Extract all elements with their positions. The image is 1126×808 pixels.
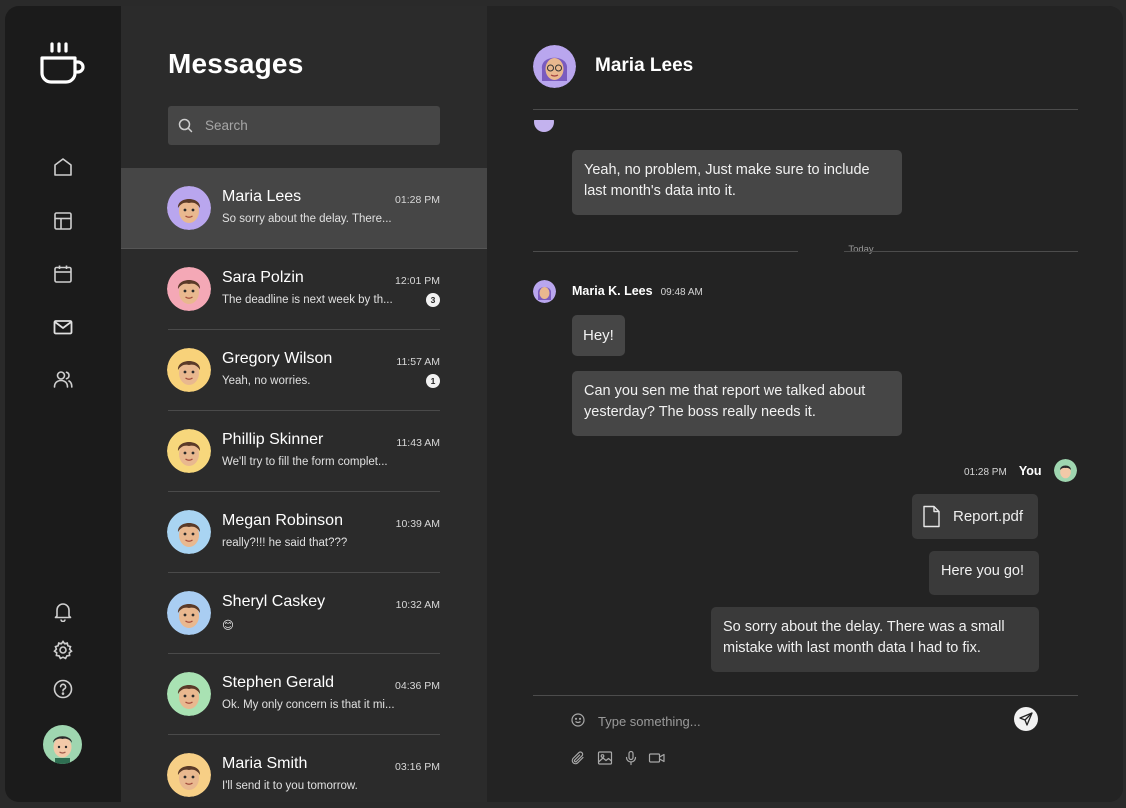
help-icon[interactable] <box>52 678 74 700</box>
message-bubble-incoming: Hey! <box>572 315 625 356</box>
contact-name: Stephen Gerald <box>222 674 335 691</box>
file-name: Report.pdf <box>953 508 1024 525</box>
conversation-item[interactable]: Stephen Gerald 04:36 PM Ok. My only concer… <box>121 654 487 735</box>
conversation-item[interactable]: Maria Lees 01:28 PM So sorry about the del… <box>121 168 487 249</box>
avatar <box>167 267 211 311</box>
app-window: Messages Maria Lees01:28 PMSo sorry abou… <box>5 6 1123 802</box>
sender-avatar <box>533 280 556 303</box>
contact-name: Phillip Skinner <box>222 431 324 448</box>
bell-icon[interactable] <box>52 600 74 622</box>
avatar <box>167 510 211 554</box>
unread-badge: 3 <box>426 293 440 307</box>
message-preview: I'll send it to you tomorrow. <box>222 780 358 792</box>
message-bubble-incoming: Yeah, no problem, Just make sure to incl… <box>572 150 902 215</box>
file-icon <box>923 505 940 528</box>
sender-name: Maria K. Lees <box>572 284 653 298</box>
message-preview: Ok. My only concern is that it mi... <box>222 699 395 711</box>
contact-name: Maria Lees <box>222 188 302 205</box>
message-bubble-outgoing: So sorry about the delay. There was a sm… <box>711 607 1039 672</box>
avatar[interactable] <box>43 725 82 764</box>
emoji-icon[interactable] <box>571 713 585 727</box>
avatar <box>167 429 211 473</box>
composer-divider <box>533 695 1078 696</box>
message-bubble-outgoing: Here you go! <box>929 551 1039 595</box>
conversation-item[interactable]: Maria Smith 03:16 PM I'll send it to you t… <box>121 735 487 802</box>
conversation-item[interactable]: Megan Robinson 10:39 AM really?!!! he said… <box>121 492 487 573</box>
message-time: 11:57 AM <box>396 356 440 368</box>
date-divider: Today <box>533 244 1078 258</box>
image-icon[interactable] <box>597 750 613 766</box>
date-label: Today <box>848 244 874 255</box>
message-preview: The deadline is next week by th... <box>222 294 393 306</box>
paperclip-icon[interactable] <box>570 750 586 766</box>
message-preview: So sorry about the delay. There... <box>222 213 392 225</box>
message-time: 01:28 PM <box>395 194 440 206</box>
contact-avatar-small <box>534 120 554 132</box>
avatar <box>167 672 211 716</box>
message-time: 10:39 AM <box>395 518 440 530</box>
search-input[interactable] <box>205 118 440 133</box>
message-meta-incoming: Maria K. Lees 09:48 AM <box>572 284 703 298</box>
message-time: 10:32 AM <box>395 599 440 611</box>
conversation-item[interactable]: Sheryl Caskey 10:32 AM 😊 <box>121 573 487 654</box>
my-avatar <box>1054 459 1077 482</box>
layout-icon[interactable] <box>52 210 74 232</box>
message-time: 03:16 PM <box>395 761 440 773</box>
conversation-item[interactable]: Phillip Skinner 11:43 AM We'll try to fill… <box>121 411 487 492</box>
conversation-list: Maria Lees 01:28 PM So sorry about the del… <box>121 168 487 802</box>
unread-badge: 1 <box>426 374 440 388</box>
contact-name: Sara Polzin <box>222 269 304 286</box>
chat-panel: Maria Lees Yeah, no problem, Just make s… <box>487 6 1123 802</box>
search-bar[interactable] <box>168 106 440 145</box>
message-preview: 😊 <box>222 620 234 632</box>
message-time: 04:36 PM <box>395 680 440 692</box>
avatar <box>167 591 211 635</box>
avatar <box>167 186 211 230</box>
chat-contact-name: Maria Lees <box>595 55 694 76</box>
users-icon[interactable] <box>52 368 74 390</box>
conversation-item[interactable]: Gregory Wilson 11:57 AM Yeah, no worries. 1 <box>121 330 487 411</box>
contact-name: Maria Smith <box>222 755 308 772</box>
message-time: 12:01 PM <box>395 275 440 287</box>
file-attachment[interactable]: Report.pdf <box>912 494 1038 539</box>
sidebar-rail <box>5 6 121 802</box>
my-label: You <box>1018 464 1042 478</box>
conversation-list-panel: Messages Maria Lees 01:28 PMSo sorry abou… <box>121 6 487 802</box>
contact-avatar[interactable] <box>533 45 576 88</box>
send-icon <box>1019 712 1033 726</box>
message-preview: We'll try to fill the form complet... <box>222 456 388 468</box>
avatar <box>167 348 211 392</box>
microphone-icon[interactable] <box>623 750 639 766</box>
home-icon[interactable] <box>52 156 74 178</box>
conversation-item[interactable]: Sara Polzin 12:01 PM The deadline is next … <box>121 249 487 330</box>
calendar-icon[interactable] <box>52 263 74 285</box>
message-preview: really?!!! he said that??? <box>222 537 348 549</box>
message-preview: Yeah, no worries. <box>222 375 311 387</box>
message-bubble-incoming: Can you sen me that report we talked abo… <box>572 371 902 436</box>
coffee-cup-icon[interactable] <box>39 42 85 86</box>
gear-icon[interactable] <box>52 639 74 661</box>
contact-name: Sheryl Caskey <box>222 593 326 610</box>
search-icon <box>178 118 193 133</box>
message-time: 11:43 AM <box>396 437 440 449</box>
send-button[interactable] <box>1014 707 1038 731</box>
contact-name: Megan Robinson <box>222 512 343 529</box>
my-time: 01:28 PM <box>964 467 1007 478</box>
sender-time: 09:48 AM <box>660 287 703 298</box>
header-divider <box>533 109 1078 110</box>
page-title: Messages <box>168 48 304 79</box>
video-icon[interactable] <box>648 750 666 766</box>
contact-name: Gregory Wilson <box>222 350 333 367</box>
message-meta-outgoing: 01:28 PM You <box>964 464 1042 478</box>
mail-icon[interactable] <box>52 316 74 338</box>
message-input[interactable] <box>598 711 998 731</box>
avatar <box>167 753 211 797</box>
